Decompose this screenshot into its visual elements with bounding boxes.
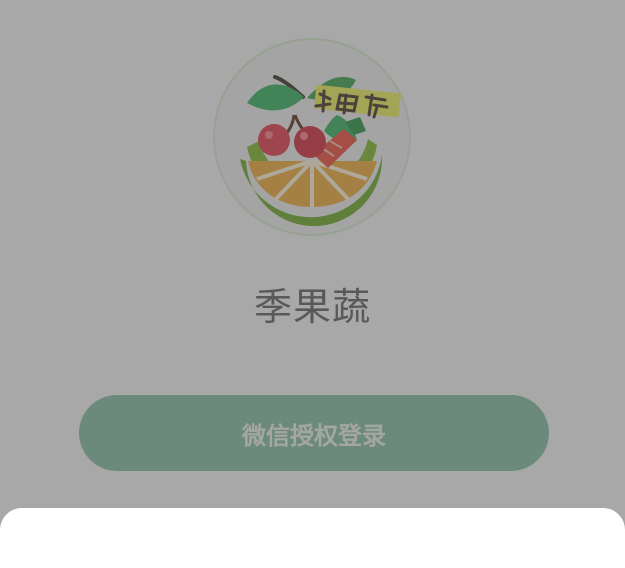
bottom-sheet	[0, 508, 625, 568]
modal-overlay[interactable]	[0, 0, 625, 537]
